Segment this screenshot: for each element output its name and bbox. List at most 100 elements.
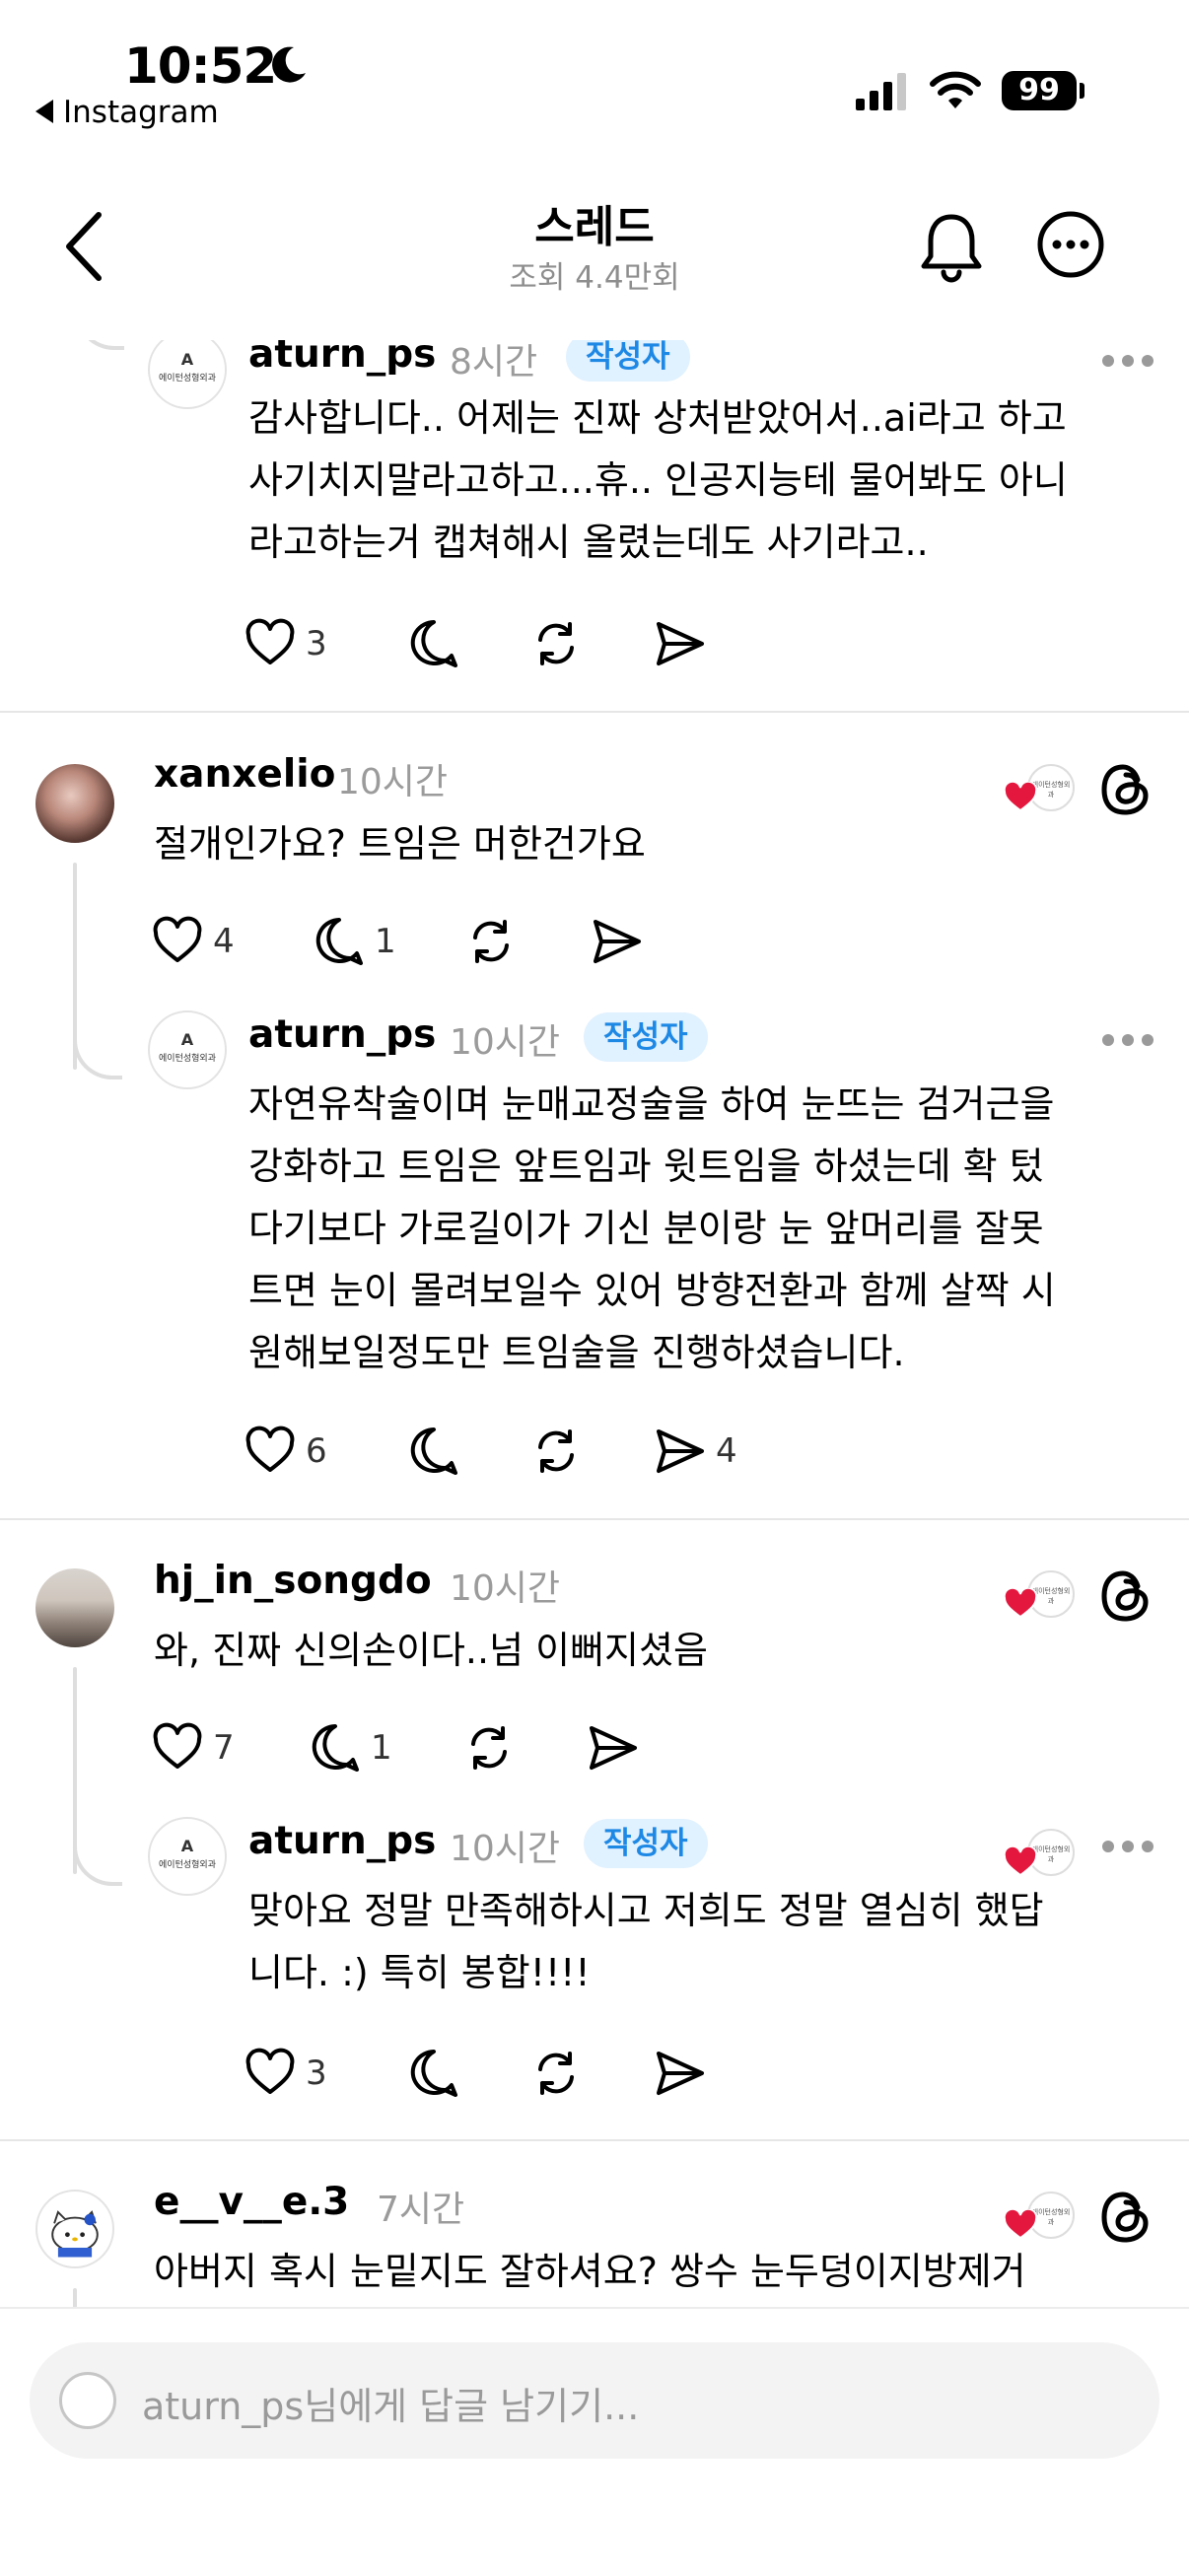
repost-button[interactable] — [528, 614, 584, 673]
post-line: 감사합니다.. 어제는 진짜 상처받았어서..ai라고 하고 — [248, 396, 1067, 440]
like-count: 7 — [213, 1728, 235, 1768]
reply-bar: aturn_ps님에게 답글 남기기... — [0, 2307, 1189, 2576]
avatar[interactable]: A 에이턴성형외과 — [148, 1010, 227, 1089]
user-avatar-placeholder — [59, 2372, 116, 2429]
post-body: 자연유착술이며 눈매교정술을 하여 눈뜨는 검거근을 강화하고 트임은 앞트임과… — [248, 1074, 1056, 1384]
post-line: 니다. :) 특히 봉합!!!! — [248, 1951, 591, 1994]
username[interactable]: e__v__e.3 — [154, 2180, 349, 2224]
comment-button[interactable]: 1 — [312, 912, 396, 971]
post-line: 절개인가요? 트임은 머한건가요 — [154, 822, 646, 866]
clinic-logo-mark: A — [180, 1030, 194, 1049]
post-time: 10시간 — [450, 1829, 561, 1869]
avatar[interactable] — [35, 1568, 114, 1647]
send-icon — [657, 2052, 704, 2095]
avatar[interactable]: A 에이턴성형외과 — [148, 340, 227, 409]
like-button[interactable]: 3 — [243, 2044, 327, 2103]
battery-indicator: 99 — [1002, 69, 1084, 112]
share-button[interactable] — [586, 1718, 641, 1777]
comment-button[interactable] — [406, 614, 461, 673]
post-body: 감사합니다.. 어제는 진짜 상처받았어서..ai라고 하고 사기치지말라고하고… — [248, 387, 1068, 574]
status-time: 10:52 — [124, 37, 277, 95]
comment-icon — [410, 2050, 457, 2097]
thread-connector — [73, 1837, 122, 1886]
comment-icon — [312, 1724, 359, 1772]
post-more-icon[interactable] — [1102, 1841, 1155, 1854]
post-line: 강화하고 트임은 앞트임과 윗트임을 하셨는데 확 텄 — [248, 1145, 1044, 1188]
back-app-label: Instagram — [63, 95, 219, 130]
battery-tip — [1080, 83, 1084, 99]
repost-button[interactable] — [528, 2044, 584, 2103]
post-line: 자연유착술이며 눈매교정술을 하여 눈뜨는 검거근을 — [248, 1082, 1055, 1126]
post-line: 와, 진짜 신의손이다..넘 이뻐지셨음 — [154, 1629, 708, 1672]
author-liked-indicator: 에이턴성형외과 — [1004, 1565, 1083, 1624]
back-to-instagram-link[interactable]: Instagram — [35, 95, 219, 130]
like-button[interactable]: 4 — [150, 912, 235, 971]
share-button[interactable] — [590, 912, 645, 971]
username[interactable]: aturn_ps — [248, 1819, 436, 1863]
filled-heart-icon — [1004, 1846, 1037, 1876]
threads-logo-icon[interactable] — [1096, 1566, 1155, 1626]
like-count: 6 — [306, 1431, 327, 1471]
clinic-logo: A 에이턴성형외과 — [150, 1837, 225, 1870]
filled-heart-icon — [1004, 782, 1037, 811]
clinic-logo: A 에이턴성형외과 — [150, 1030, 225, 1064]
like-button[interactable]: 7 — [150, 1718, 235, 1777]
post-line: 다기보다 가로길이가 기신 분이랑 눈 앞머리를 잘못 — [248, 1207, 1044, 1250]
post-more-icon[interactable] — [1102, 355, 1155, 369]
post-actions: 3 — [243, 2044, 716, 2103]
threads-logo-icon[interactable] — [1096, 2188, 1155, 2247]
hello-kitty-avatar-icon — [51, 2210, 99, 2258]
divider — [0, 2139, 1189, 2141]
username[interactable]: hj_in_songdo — [154, 1559, 432, 1603]
more-options-icon[interactable] — [1035, 209, 1106, 280]
repost-icon — [538, 2052, 574, 2095]
clinic-logo-text: 에이턴성형외과 — [159, 1054, 216, 1064]
like-button[interactable]: 3 — [243, 614, 327, 673]
username[interactable]: xanxelio — [154, 752, 335, 797]
send-icon — [657, 1429, 704, 1473]
share-button[interactable]: 4 — [653, 1422, 737, 1481]
username[interactable]: aturn_ps — [248, 1012, 436, 1057]
repost-button[interactable] — [461, 1718, 517, 1777]
avatar[interactable] — [35, 2190, 114, 2268]
post-actions: 3 — [243, 614, 716, 673]
divider — [0, 711, 1189, 713]
author-badge: 작성자 — [566, 340, 690, 382]
share-button[interactable] — [653, 614, 708, 673]
post-actions: 4 1 — [150, 912, 663, 971]
thread-feed: A 에이턴성형외과 aturn_ps 8시간 작성자 감사합니다.. 어제는 진짜… — [0, 340, 1189, 2307]
comment-button[interactable]: 1 — [308, 1718, 392, 1777]
battery-level: 99 — [1002, 71, 1077, 110]
repost-button[interactable] — [528, 1422, 584, 1481]
like-button[interactable]: 6 — [243, 1422, 327, 1481]
comment-button[interactable] — [406, 2044, 461, 2103]
post-time: 8시간 — [450, 342, 538, 383]
post-more-icon[interactable] — [1102, 1034, 1155, 1048]
bell-icon[interactable] — [917, 207, 986, 286]
post-line: 트면 눈이 몰려보일수 있어 방향전환과 함께 살짝 시 — [248, 1269, 1056, 1312]
post-line: 라고하는거 캡쳐해시 올렸는데도 사기라고.. — [248, 521, 929, 564]
post-actions: 6 4 — [243, 1422, 755, 1481]
reply-input[interactable]: aturn_ps님에게 답글 남기기... — [30, 2342, 1159, 2459]
thread-header: 스레드 조회 4.4만회 — [0, 148, 1189, 340]
username[interactable]: aturn_ps — [248, 340, 436, 377]
author-liked-indicator: 에이턴성형외과 — [1004, 758, 1083, 817]
repost-icon — [538, 1429, 574, 1473]
author-badge: 작성자 — [584, 1819, 708, 1868]
threads-logo-icon[interactable] — [1096, 760, 1155, 819]
wifi-icon — [930, 71, 981, 108]
post-time: 10시간 — [450, 1568, 561, 1609]
author-liked-indicator: 에이턴성형외과 — [1004, 1823, 1083, 1882]
clinic-logo-mark: A — [180, 350, 194, 369]
avatar[interactable] — [35, 764, 114, 843]
share-button[interactable] — [653, 2044, 708, 2103]
comment-icon — [315, 918, 363, 965]
reply-placeholder: aturn_ps님에게 답글 남기기... — [142, 2385, 640, 2428]
avatar[interactable]: A 에이턴성형외과 — [148, 1817, 227, 1896]
repost-icon — [538, 622, 574, 665]
moon-icon — [272, 46, 306, 83]
repost-button[interactable] — [463, 912, 519, 971]
post-time: 10시간 — [337, 762, 449, 802]
clinic-logo-mark: A — [180, 1837, 194, 1855]
comment-button[interactable] — [406, 1422, 461, 1481]
